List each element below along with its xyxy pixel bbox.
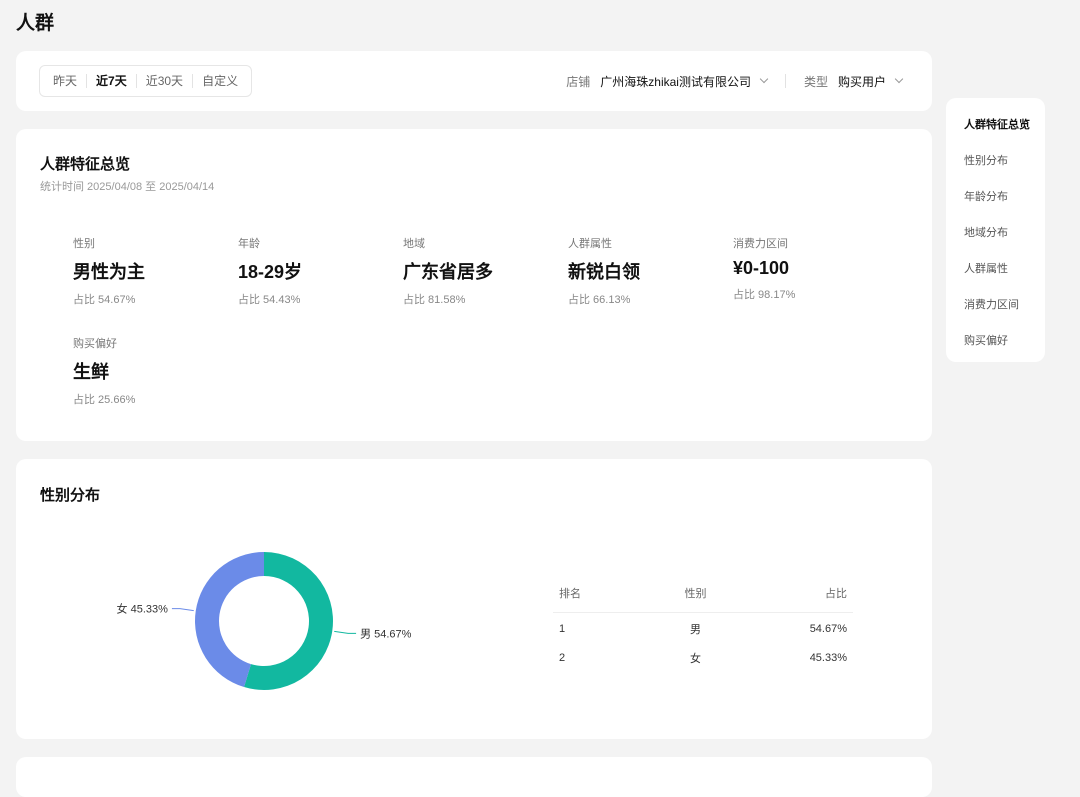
- type-select[interactable]: 类型 购买用户: [803, 73, 904, 90]
- stat-percentage: 占比 54.43%: [238, 294, 301, 306]
- store-value: 广州海珠zhikai测试有限公司: [600, 74, 751, 89]
- overview-title: 人群特征总览: [40, 156, 131, 173]
- stat-label: 地域: [403, 238, 425, 250]
- stat-spending-range: 消费力区间 ¥0-100 占比 98.17%: [733, 235, 883, 302]
- nav-item-purchase-preference[interactable]: 购买偏好: [964, 332, 1008, 348]
- stat-value: 广东省居多: [403, 262, 493, 282]
- stat-label: 购买偏好: [73, 338, 117, 350]
- range-30-days[interactable]: 近30天: [135, 74, 192, 88]
- table-header: 排名 性别 占比: [553, 574, 853, 613]
- stat-percentage: 占比 81.58%: [403, 294, 466, 306]
- donut-label: 男 54.67%: [360, 628, 412, 640]
- chevron-down-icon: [894, 74, 904, 84]
- nav-item-age[interactable]: 年龄分布: [964, 188, 1008, 204]
- range-yesterday[interactable]: 昨天: [44, 74, 86, 88]
- section-anchor-nav: 人群特征总览 性别分布 年龄分布 地域分布 人群属性 消费力区间 购买偏好: [946, 98, 1045, 362]
- stat-label: 人群属性: [568, 238, 612, 250]
- overview-card: 人群特征总览 统计时间 2025/04/08 至 2025/04/14 性别 男…: [16, 129, 932, 441]
- donut-label: 女 45.33%: [117, 602, 169, 616]
- nav-item-gender[interactable]: 性别分布: [964, 152, 1008, 168]
- stat-purchase-preference: 购买偏好 生鲜 占比 25.66%: [73, 335, 223, 407]
- next-section-card: [16, 757, 932, 797]
- stat-gender: 性别 男性为主 占比 54.67%: [73, 235, 223, 307]
- nav-item-region[interactable]: 地域分布: [964, 224, 1008, 240]
- gender-table: 排名 性别 占比 1 男 54.67% 2 女 45.33%: [553, 574, 853, 672]
- stat-label: 消费力区间: [733, 238, 788, 250]
- range-custom[interactable]: 自定义: [192, 74, 247, 88]
- stat-value: 新锐白领: [568, 262, 640, 282]
- header-gender: 性别: [684, 588, 707, 600]
- store-select[interactable]: 店铺 广州海珠zhikai测试有限公司: [566, 73, 769, 90]
- overview-date-range: 统计时间 2025/04/08 至 2025/04/14: [40, 181, 215, 193]
- chevron-down-icon: [759, 74, 769, 84]
- cell-gender: 男: [690, 623, 701, 636]
- stat-percentage: 占比 25.66%: [73, 394, 136, 406]
- date-range-segmented: 昨天 近7天 近30天 自定义: [39, 65, 253, 97]
- stat-percentage: 占比 66.13%: [568, 294, 631, 306]
- stat-age: 年龄 18-29岁 占比 54.43%: [238, 235, 388, 307]
- range-7-days[interactable]: 近7天: [86, 74, 136, 88]
- cell-rank: 1: [559, 622, 566, 635]
- table-row: 2 女 45.33%: [553, 643, 853, 672]
- stat-value: ¥0-100: [733, 258, 790, 278]
- table-row: 1 男 54.67%: [553, 614, 853, 643]
- gender-donut-chart: 男 54.67% 女 45.33%: [117, 552, 412, 690]
- stat-region: 地域 广东省居多 占比 81.58%: [403, 235, 553, 307]
- page-title: 人群: [16, 13, 55, 34]
- stat-crowd-attribute: 人群属性 新锐白领 占比 66.13%: [568, 235, 718, 307]
- stat-percentage: 占比 54.67%: [73, 294, 136, 306]
- cell-rank: 2: [559, 651, 566, 664]
- cell-share: 45.33%: [809, 651, 847, 664]
- stat-value: 男性为主: [73, 262, 145, 282]
- label-leader-line: [334, 630, 357, 634]
- label-leader-line: [171, 608, 194, 612]
- gender-distribution-card: 性别分布 男 54.67% 女 45.33% 排名 性别 占比 1 男 54.67…: [16, 459, 932, 739]
- nav-item-crowd-attribute[interactable]: 人群属性: [964, 260, 1008, 276]
- stat-label: 性别: [73, 238, 95, 250]
- stat-label: 年龄: [238, 238, 260, 250]
- cell-gender: 女: [690, 652, 701, 665]
- stat-percentage: 占比 98.17%: [733, 289, 796, 301]
- header-share: 占比: [825, 588, 847, 600]
- header-rank: 排名: [559, 588, 581, 600]
- type-value: 购买用户: [837, 74, 886, 89]
- nav-item-overview[interactable]: 人群特征总览: [964, 116, 1030, 132]
- type-label: 类型: [803, 74, 828, 89]
- nav-item-spending-range[interactable]: 消费力区间: [964, 296, 1019, 312]
- store-label: 店铺: [566, 74, 591, 89]
- stat-value: 18-29岁: [238, 262, 303, 282]
- divider: [784, 74, 786, 88]
- filter-bar: 昨天 近7天 近30天 自定义 店铺 广州海珠zhikai测试有限公司 类型 购…: [16, 51, 932, 111]
- cell-share: 54.67%: [809, 622, 847, 635]
- stat-value: 生鲜: [73, 362, 109, 382]
